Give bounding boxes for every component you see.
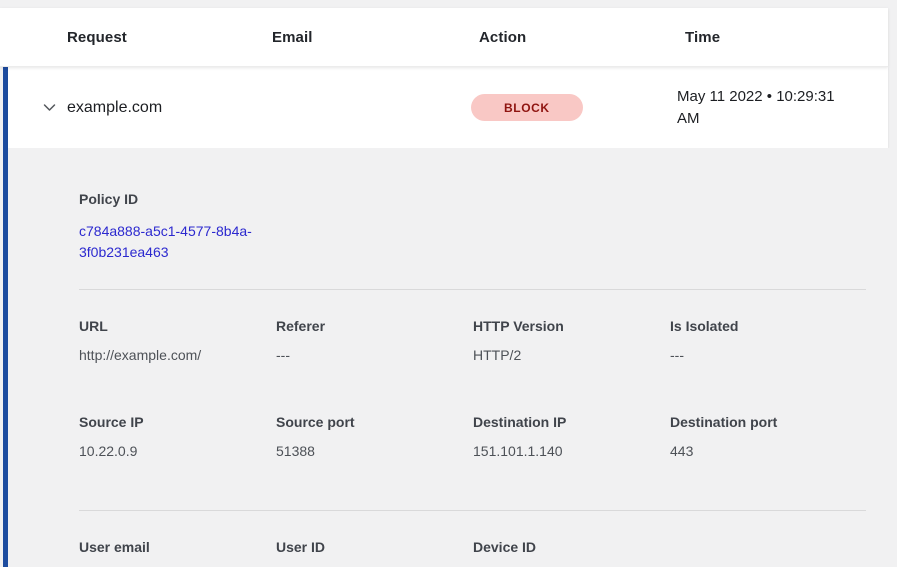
field-value: 151.101.1.140 — [473, 442, 656, 460]
user-fields-grid: User email --- User ID --- Device ID --- — [79, 539, 866, 567]
table-header: Request Email Action Time — [0, 8, 888, 67]
time-value: May 11 2022 • 10:29:31 AM — [677, 86, 855, 130]
field-destination-ip: Destination IP 151.101.1.140 — [473, 414, 670, 460]
field-value: 51388 — [276, 442, 459, 460]
field-value: http://example.com/ — [79, 346, 262, 364]
field-value: 10.22.0.9 — [79, 442, 262, 460]
field-value: --- — [276, 346, 459, 364]
column-header-email: Email — [272, 29, 479, 46]
field-label: Is Isolated — [670, 318, 852, 335]
field-url: URL http://example.com/ — [79, 318, 276, 364]
page: Request Email Action Time example.com BL… — [0, 0, 897, 567]
column-header-action: Action — [479, 29, 685, 46]
field-http-version: HTTP Version HTTP/2 — [473, 318, 670, 364]
field-destination-port: Destination port 443 — [670, 414, 866, 460]
column-header-request: Request — [67, 29, 272, 46]
field-source-port: Source port 51388 — [276, 414, 473, 460]
log-row[interactable]: example.com BLOCK May 11 2022 • 10:29:31… — [8, 67, 888, 148]
chevron-down-icon[interactable] — [41, 100, 57, 116]
field-empty — [670, 539, 866, 567]
field-label: Destination IP — [473, 414, 656, 431]
divider — [79, 510, 866, 511]
field-is-isolated: Is Isolated --- — [670, 318, 866, 364]
field-label: HTTP Version — [473, 318, 656, 335]
policy-id-block: Policy ID c784a888-a5c1-4577-8b4a-3f0b23… — [79, 191, 866, 263]
field-label: Destination port — [670, 414, 852, 431]
field-label: Referer — [276, 318, 459, 335]
action-cell: BLOCK — [471, 94, 677, 121]
field-value: --- — [670, 346, 852, 364]
field-source-ip: Source IP 10.22.0.9 — [79, 414, 276, 460]
field-label: User ID — [276, 539, 459, 556]
field-label: Source port — [276, 414, 459, 431]
action-block-badge: BLOCK — [471, 94, 583, 121]
field-referer: Referer --- — [276, 318, 473, 364]
field-device-id: Device ID --- — [473, 539, 670, 567]
policy-id-label: Policy ID — [79, 191, 866, 208]
request-cell: example.com — [67, 99, 264, 117]
expanded-row-group: example.com BLOCK May 11 2022 • 10:29:31… — [3, 67, 897, 567]
column-header-time: Time — [685, 29, 888, 46]
field-label: URL — [79, 318, 262, 335]
field-user-email: User email --- — [79, 539, 276, 567]
field-label: Device ID — [473, 539, 656, 556]
divider — [79, 289, 866, 290]
request-domain: example.com — [67, 99, 162, 117]
request-fields-grid: URL http://example.com/ Referer --- HTTP… — [79, 318, 866, 510]
field-label: User email — [79, 539, 262, 556]
field-value: 443 — [670, 442, 852, 460]
detail-panel: Policy ID c784a888-a5c1-4577-8b4a-3f0b23… — [8, 148, 897, 567]
policy-id-link[interactable]: c784a888-a5c1-4577-8b4a-3f0b231ea463 — [79, 221, 272, 263]
field-value: HTTP/2 — [473, 346, 656, 364]
field-user-id: User ID --- — [276, 539, 473, 567]
field-label: Source IP — [79, 414, 262, 431]
